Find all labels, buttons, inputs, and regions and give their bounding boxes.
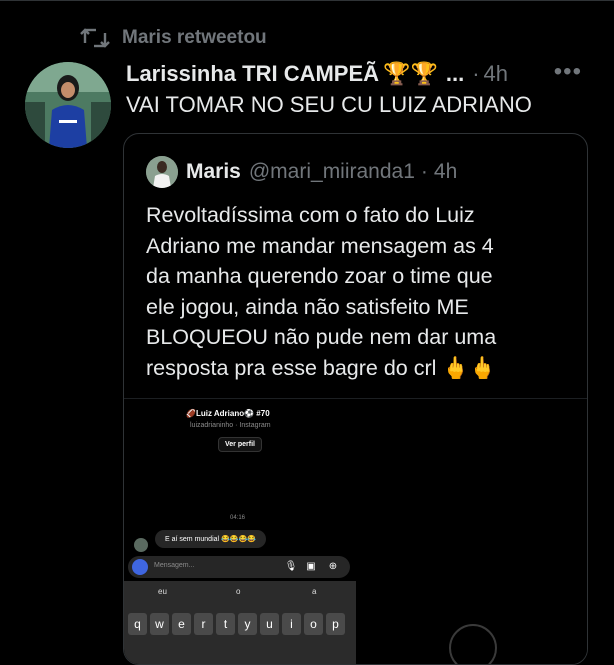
suggestion: a xyxy=(312,587,317,596)
add-icon: ⊕ xyxy=(328,561,338,572)
ig-profile-sub: luizadrianinho · Instagram xyxy=(190,422,271,429)
quote-author-name[interactable]: Maris xyxy=(186,160,241,184)
quote-media[interactable]: 🏈Luiz Adriano⚽ #70 luizadrianinho · Inst… xyxy=(124,398,587,664)
key: r xyxy=(194,613,213,635)
tweet-text: VAI TOMAR NO SEU CU LUIZ ADRIANO xyxy=(126,92,532,117)
quote-line: Adriano me mandar mensagem as 4 xyxy=(146,233,494,258)
key: y xyxy=(238,613,257,635)
key: q xyxy=(128,613,147,635)
name-ellipsis: ... xyxy=(445,61,465,86)
author-name[interactable]: Larissinha TRI CAMPEÃ xyxy=(126,61,379,87)
camera-icon xyxy=(132,559,148,575)
ig-input-placeholder: Mensagem... xyxy=(154,562,195,569)
author-avatar[interactable] xyxy=(25,62,111,148)
keyboard-row: q w e r t y u i o p xyxy=(128,613,345,635)
ig-sender-avatar xyxy=(134,538,148,552)
trophy-emoji: 🏆🏆 xyxy=(383,61,438,86)
media-badge-icon xyxy=(449,624,497,664)
quote-avatar[interactable] xyxy=(146,156,178,188)
key: i xyxy=(282,613,301,635)
more-options-icon[interactable]: ••• xyxy=(554,58,582,86)
quote-text: Revoltadíssima com o fato do Luiz Adrian… xyxy=(146,200,566,384)
quote-line: da manha querendo zoar o time que xyxy=(146,264,493,289)
retweet-label: Maris retweetou xyxy=(122,27,267,48)
key: w xyxy=(150,613,169,635)
retweet-context[interactable]: Maris retweetou xyxy=(80,26,267,50)
quote-separator: · xyxy=(420,160,428,183)
key: o xyxy=(304,613,323,635)
ig-message-time: 04:16 xyxy=(230,515,246,521)
key: t xyxy=(216,613,235,635)
microphone-icon: 🎙 xyxy=(284,561,298,572)
image-icon: ▣ xyxy=(306,561,316,572)
quote-time[interactable]: 4h xyxy=(434,160,457,184)
quote-header: Maris @mari_miiranda1 · 4h xyxy=(146,156,457,188)
tweet-header: Larissinha TRI CAMPEÃ 🏆🏆 ... · 4h xyxy=(126,58,614,90)
ig-keyboard: eu o a q w e r t y u i o p xyxy=(124,581,356,664)
instagram-dm-screenshot: 🏈Luiz Adriano⚽ #70 luizadrianinho · Inst… xyxy=(124,399,356,664)
key: u xyxy=(260,613,279,635)
quote-line: BLOQUEOU não pude nem dar uma xyxy=(146,325,497,350)
ig-profile-name: 🏈Luiz Adriano⚽ #70 xyxy=(186,409,270,418)
tweet-time[interactable]: 4h xyxy=(484,61,508,87)
top-divider xyxy=(0,0,614,5)
retweet-icon xyxy=(80,26,110,50)
quote-line: ele jogou, ainda não satisfeito ME xyxy=(146,294,469,319)
ig-view-profile-button: Ver perfil xyxy=(218,437,262,452)
key: e xyxy=(172,613,191,635)
ig-message-bubble: E aí sem mundial 😂😂😂😂 xyxy=(155,530,266,548)
key: p xyxy=(326,613,345,635)
separator: · xyxy=(472,61,480,86)
ig-message-input: Mensagem... 🎙 ▣ ⊕ xyxy=(128,556,350,578)
suggestion: o xyxy=(236,587,241,596)
quote-line: resposta pra esse bagre do crl 🖕🖕 xyxy=(146,355,496,380)
quoted-tweet[interactable]: Maris @mari_miiranda1 · 4h Revoltadíssim… xyxy=(123,133,588,665)
quote-line: Revoltadíssima com o fato do Luiz xyxy=(146,203,475,227)
suggestion: eu xyxy=(158,587,167,596)
quote-author-handle: @mari_miiranda1 xyxy=(248,160,415,183)
